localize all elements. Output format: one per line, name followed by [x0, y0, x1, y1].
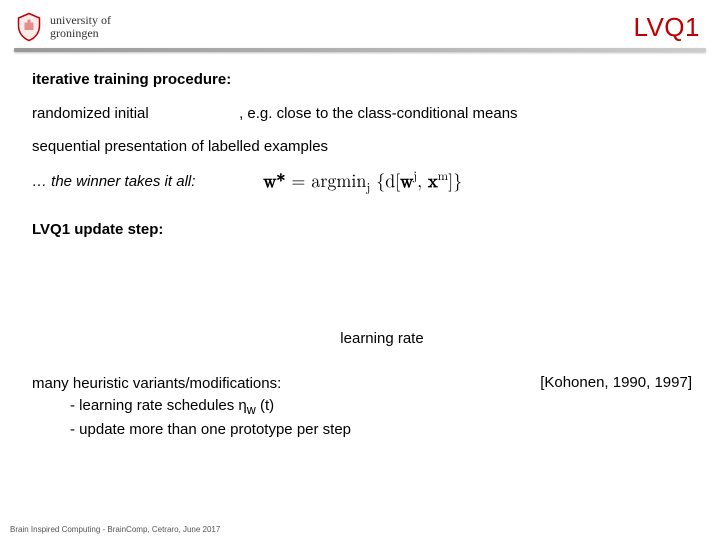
variants-row: many heuristic variants/modifications: -… [32, 373, 692, 441]
variants-sub1: - learning rate schedules ηw (t) [32, 395, 351, 419]
line1-part-a: randomized initial [32, 105, 149, 122]
formula-eq: = argmin [285, 173, 366, 191]
logo-block: university of groningen [14, 12, 111, 42]
line2-part-c: examples [260, 138, 328, 155]
header: university of groningen LVQ1 [14, 6, 706, 48]
update-heading: LVQ1 update step: [32, 220, 692, 240]
winner-row: … the winner takes it all: w* = argminj … [32, 171, 692, 194]
line1-part-b: , e.g. close to the class-conditional me… [239, 105, 517, 122]
winner-text: … the winner takes it all: [32, 172, 195, 192]
university-name: university of groningen [50, 14, 111, 39]
formula-w: w [400, 173, 413, 191]
formula-w-star: w* [263, 173, 285, 191]
header-divider [14, 48, 706, 52]
formula-x-sup: m [438, 171, 449, 183]
university-crest-icon [14, 12, 44, 42]
variants-sub2: - update more than one prototype per ste… [32, 419, 351, 441]
slide-title: LVQ1 [633, 12, 706, 43]
variants-sub1-a: - learning rate schedules η [70, 397, 247, 414]
procedure-heading: iterative training procedure: [32, 70, 692, 90]
reference: [Kohonen, 1990, 1997] [540, 373, 692, 393]
formula-close: ]} [448, 173, 462, 191]
formula-x: x [428, 173, 438, 191]
formula-open: {d[ [370, 173, 400, 191]
university-name-line2: groningen [50, 27, 111, 40]
formula-comma: , [417, 173, 428, 191]
line2-part-b: labelled [208, 138, 260, 155]
slide-body: iterative training procedure: randomized… [32, 70, 692, 441]
line2-part-a: sequential presentation of [32, 138, 208, 155]
footer-text: Brain Inspired Computing - BrainComp, Ce… [10, 525, 220, 534]
learning-rate-label: learning rate [32, 329, 692, 349]
variants-sub1-c: (t) [256, 397, 274, 414]
slide: university of groningen LVQ1 iterative t… [0, 0, 720, 540]
line-sequential: sequential presentation of labelled exam… [32, 137, 692, 157]
variants-main: many heuristic variants/modifications: [32, 373, 351, 395]
variants-text: many heuristic variants/modifications: -… [32, 373, 351, 441]
variants-sub1-b: w [247, 403, 256, 417]
argmin-formula: w* = argminj {d[wj, xm]} [263, 171, 462, 194]
line-randomized: randomized initial , e.g. close to the c… [32, 104, 692, 124]
